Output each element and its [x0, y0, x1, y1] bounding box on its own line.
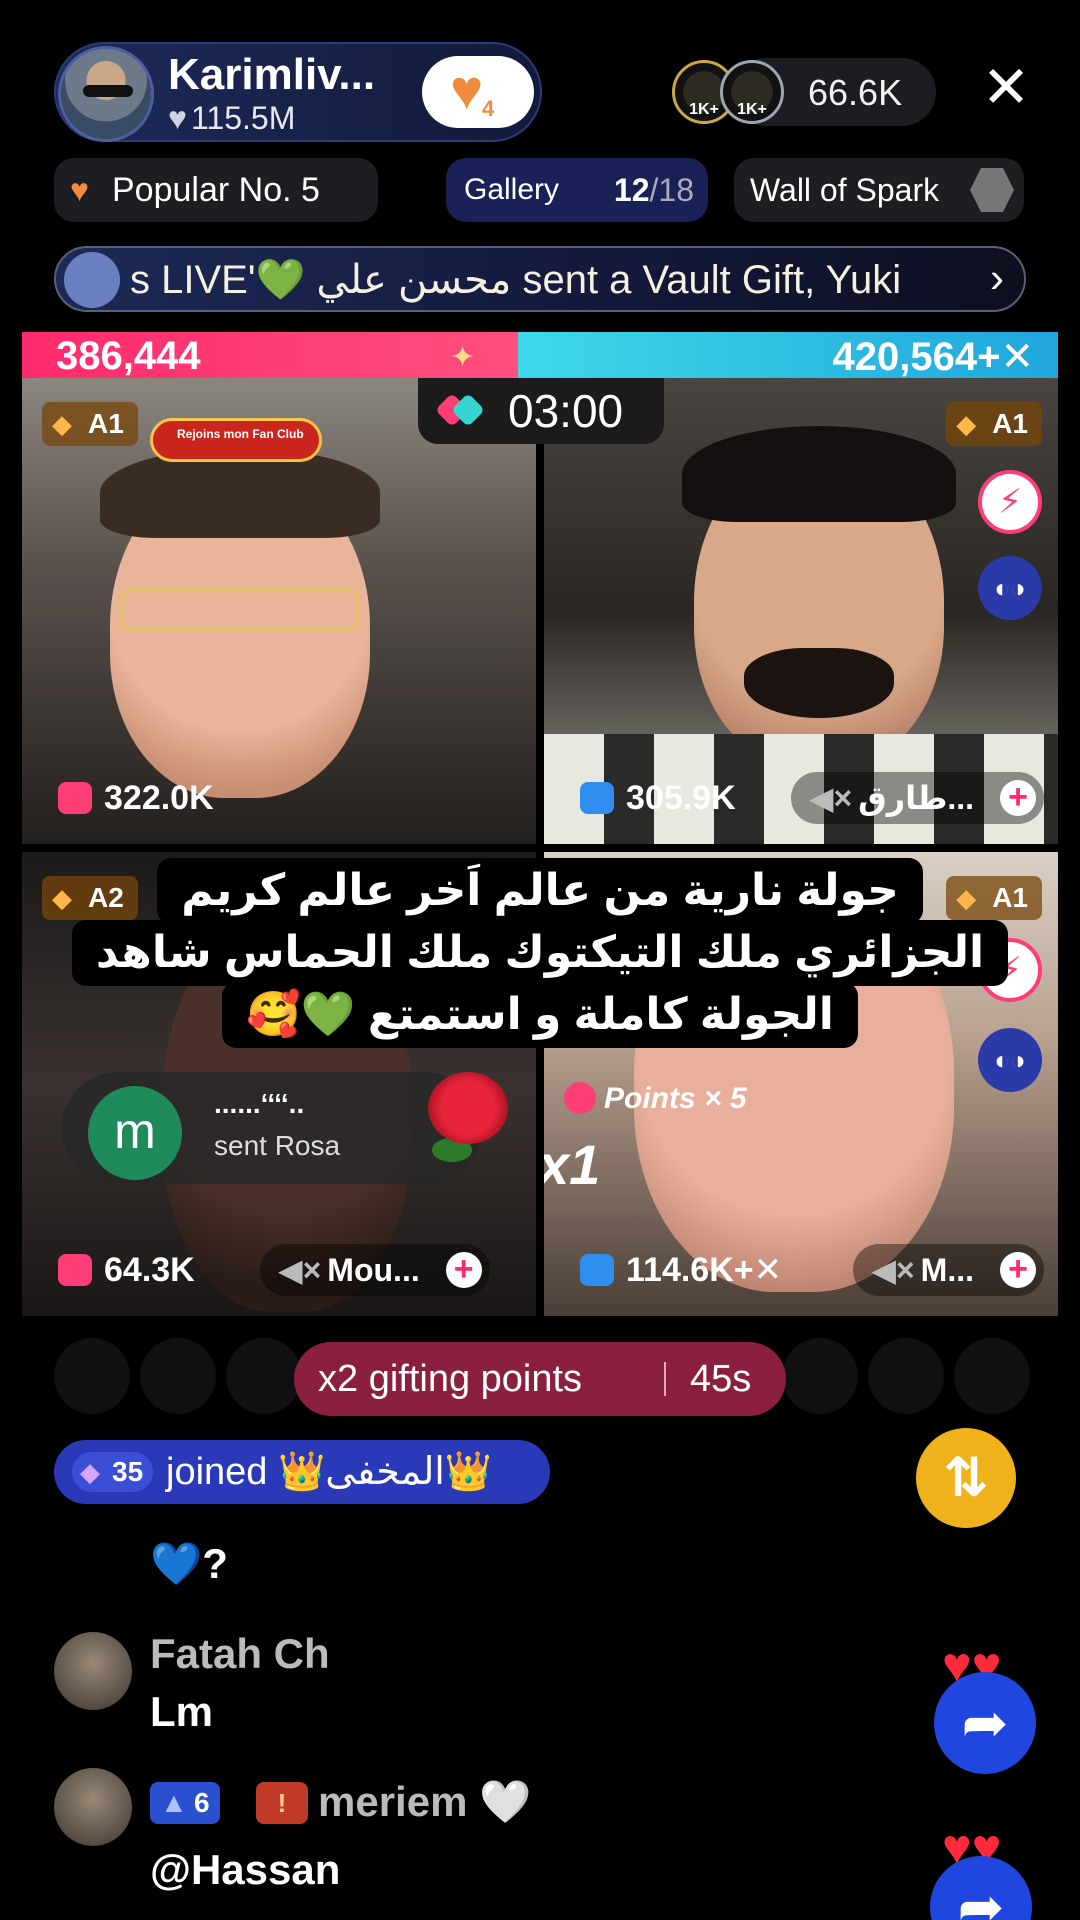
chat-username[interactable]: Fatah Ch [150, 1630, 330, 1678]
gifting-points-banner: x2 gifting points 45s [294, 1342, 786, 1416]
gifter-avatar[interactable] [782, 1338, 858, 1414]
follow-plus-icon: + [1000, 1252, 1036, 1288]
level-icon: ▲ [160, 1787, 188, 1818]
level-badge: ◆ 35 [72, 1452, 154, 1492]
video-caption: جولة نارية من عالم اَخر عالم كريم الجزائ… [0, 858, 1080, 1048]
points-multiplier-tag: Points × 5 [564, 1082, 747, 1116]
chat-avatar[interactable] [54, 1768, 132, 1846]
caption-line: الجزائري ملك التيكتوك ملك الحماس شاهد [71, 920, 1009, 986]
host-info-pill[interactable]: Karimliv... ♥ 115.5M ♥ 4 [54, 42, 542, 142]
chat-username[interactable]: meriem 🤍 [318, 1778, 531, 1827]
host-likes: ♥ 115.5M [168, 100, 296, 136]
diamond-icon: ◆ [956, 409, 977, 439]
gifter-avatar[interactable] [54, 1338, 130, 1414]
mute-icon: ◀× [871, 1252, 915, 1288]
caption-line: جولة نارية من عالم اَخر عالم كريم [157, 858, 923, 924]
spark-icon: ✦ [450, 341, 476, 374]
viewer-count: 66.6K [808, 72, 903, 113]
join-notification: ◆ 35 joined 👑المخفى👑 [54, 1440, 550, 1504]
gifter-avatar[interactable] [140, 1338, 216, 1414]
gallery-chip[interactable]: Gallery 12/18 [446, 158, 708, 222]
tile-score: 114.6K+✕ [580, 1244, 782, 1296]
gift-points-icon [580, 1254, 614, 1286]
heart-icon: ♥ [168, 100, 187, 136]
gifter-avatar[interactable] [954, 1338, 1030, 1414]
follow-plus-icon: + [1000, 780, 1036, 816]
gifting-countdown: 45s [690, 1358, 752, 1400]
mute-icon: ◀× [808, 780, 853, 816]
gifter-avatar[interactable] [226, 1338, 302, 1414]
ticker-text: s LIVE'💚 محسن علي sent a Vault Gift, Yuk… [130, 258, 902, 302]
wall-of-spark-chip[interactable]: Wall of Spark [734, 158, 1024, 222]
gifter-avatar[interactable] [868, 1338, 944, 1414]
battle-score-bar: 386,444 ✦ 420,564+✕ [22, 332, 1058, 378]
share-arrow-icon[interactable]: ➦ [934, 1672, 1036, 1774]
close-icon[interactable]: ✕ [976, 58, 1036, 118]
battle-timer: 03:00 [418, 378, 664, 444]
gift-ticker[interactable]: s LIVE'💚 محسن علي sent a Vault Gift, Yuk… [54, 246, 1026, 312]
heart-icon: ♥ [450, 58, 484, 121]
gift-points-icon [580, 782, 614, 814]
rose-icon [422, 1072, 512, 1172]
multiplier-label: x1 [544, 1133, 601, 1196]
tile-score: 322.0K [58, 772, 214, 824]
tile-score: 305.9K [580, 772, 736, 824]
caption-line: الجولة كاملة و استمتع 💚🥰 [222, 982, 858, 1048]
follow-plus-icon: + [445, 1252, 482, 1288]
boost-icon[interactable]: ⚡ [978, 470, 1042, 534]
chat-message: Lm [150, 1688, 213, 1735]
points-icon [564, 1082, 596, 1114]
guest-name-pill[interactable]: ◀× طارق... + [790, 772, 1044, 824]
host-name: Karimliv... [168, 50, 376, 99]
fan-badge-icon: ! [256, 1782, 308, 1824]
gallery-count: 12/18 [613, 172, 694, 208]
follow-button[interactable]: ♥ 4 [422, 56, 534, 128]
gift-notification: m ......‘‘‘‘.. sent Rosa [62, 1072, 508, 1184]
battle-icon [435, 393, 485, 428]
top-viewers[interactable]: 1K+ 1K+ [672, 60, 784, 124]
video-tile-2[interactable]: ◆ A1 ⚡ ◐◑ 305.9K ◀× طارق... + [544, 378, 1058, 844]
chat-message: @Hassan [150, 1846, 341, 1893]
diamond-icon: ◆ [52, 409, 72, 439]
streamer-video [100, 448, 380, 798]
level-badge: ▲ 6 [150, 1782, 220, 1824]
gift-points-icon [58, 782, 92, 814]
repost-icon[interactable]: ⇅ [916, 1428, 1016, 1528]
popular-rank-chip[interactable]: ♥ Popular No. 5 [54, 158, 378, 222]
video-tile-1[interactable]: ◆ A1 Rejoins mon Fan Club 322.0K [22, 378, 536, 844]
gift-message: sent Rosa [214, 1130, 341, 1161]
gifter-name: ......‘‘‘‘.. [214, 1088, 305, 1119]
follow-count: 4 [482, 96, 495, 121]
broken-heart-icon: ♥ [70, 172, 89, 208]
chat-avatar[interactable] [54, 1632, 132, 1710]
mute-icon: ◀× [278, 1252, 322, 1288]
rank-badge: ◆ A1 [946, 402, 1042, 446]
guest-name-pill[interactable]: ◀× Mou... + [260, 1244, 490, 1296]
battle-left-score: 386,444 [56, 334, 201, 378]
gifter-avatar: m [88, 1086, 182, 1180]
fan-club-badge[interactable]: Rejoins mon Fan Club [150, 418, 322, 462]
chat-message: 💙? [150, 1540, 228, 1587]
chevron-right-icon[interactable]: › [990, 254, 1004, 302]
streamer-video [682, 426, 956, 768]
ticker-avatar [64, 252, 120, 308]
rank-badge: ◆ A1 [42, 402, 138, 446]
gem-icon: ◆ [80, 1457, 100, 1487]
mask-icon[interactable]: ◐◑ [978, 556, 1042, 620]
spark-hexagon-icon [970, 168, 1014, 212]
viewer-avatar[interactable]: 1K+ [720, 60, 784, 124]
guest-name-pill[interactable]: ◀× M... + [853, 1244, 1044, 1296]
battle-right-score: 420,564+✕ [832, 335, 1034, 378]
host-avatar[interactable] [58, 46, 154, 142]
tile-score: 64.3K [58, 1244, 195, 1296]
gift-points-icon [58, 1254, 92, 1286]
